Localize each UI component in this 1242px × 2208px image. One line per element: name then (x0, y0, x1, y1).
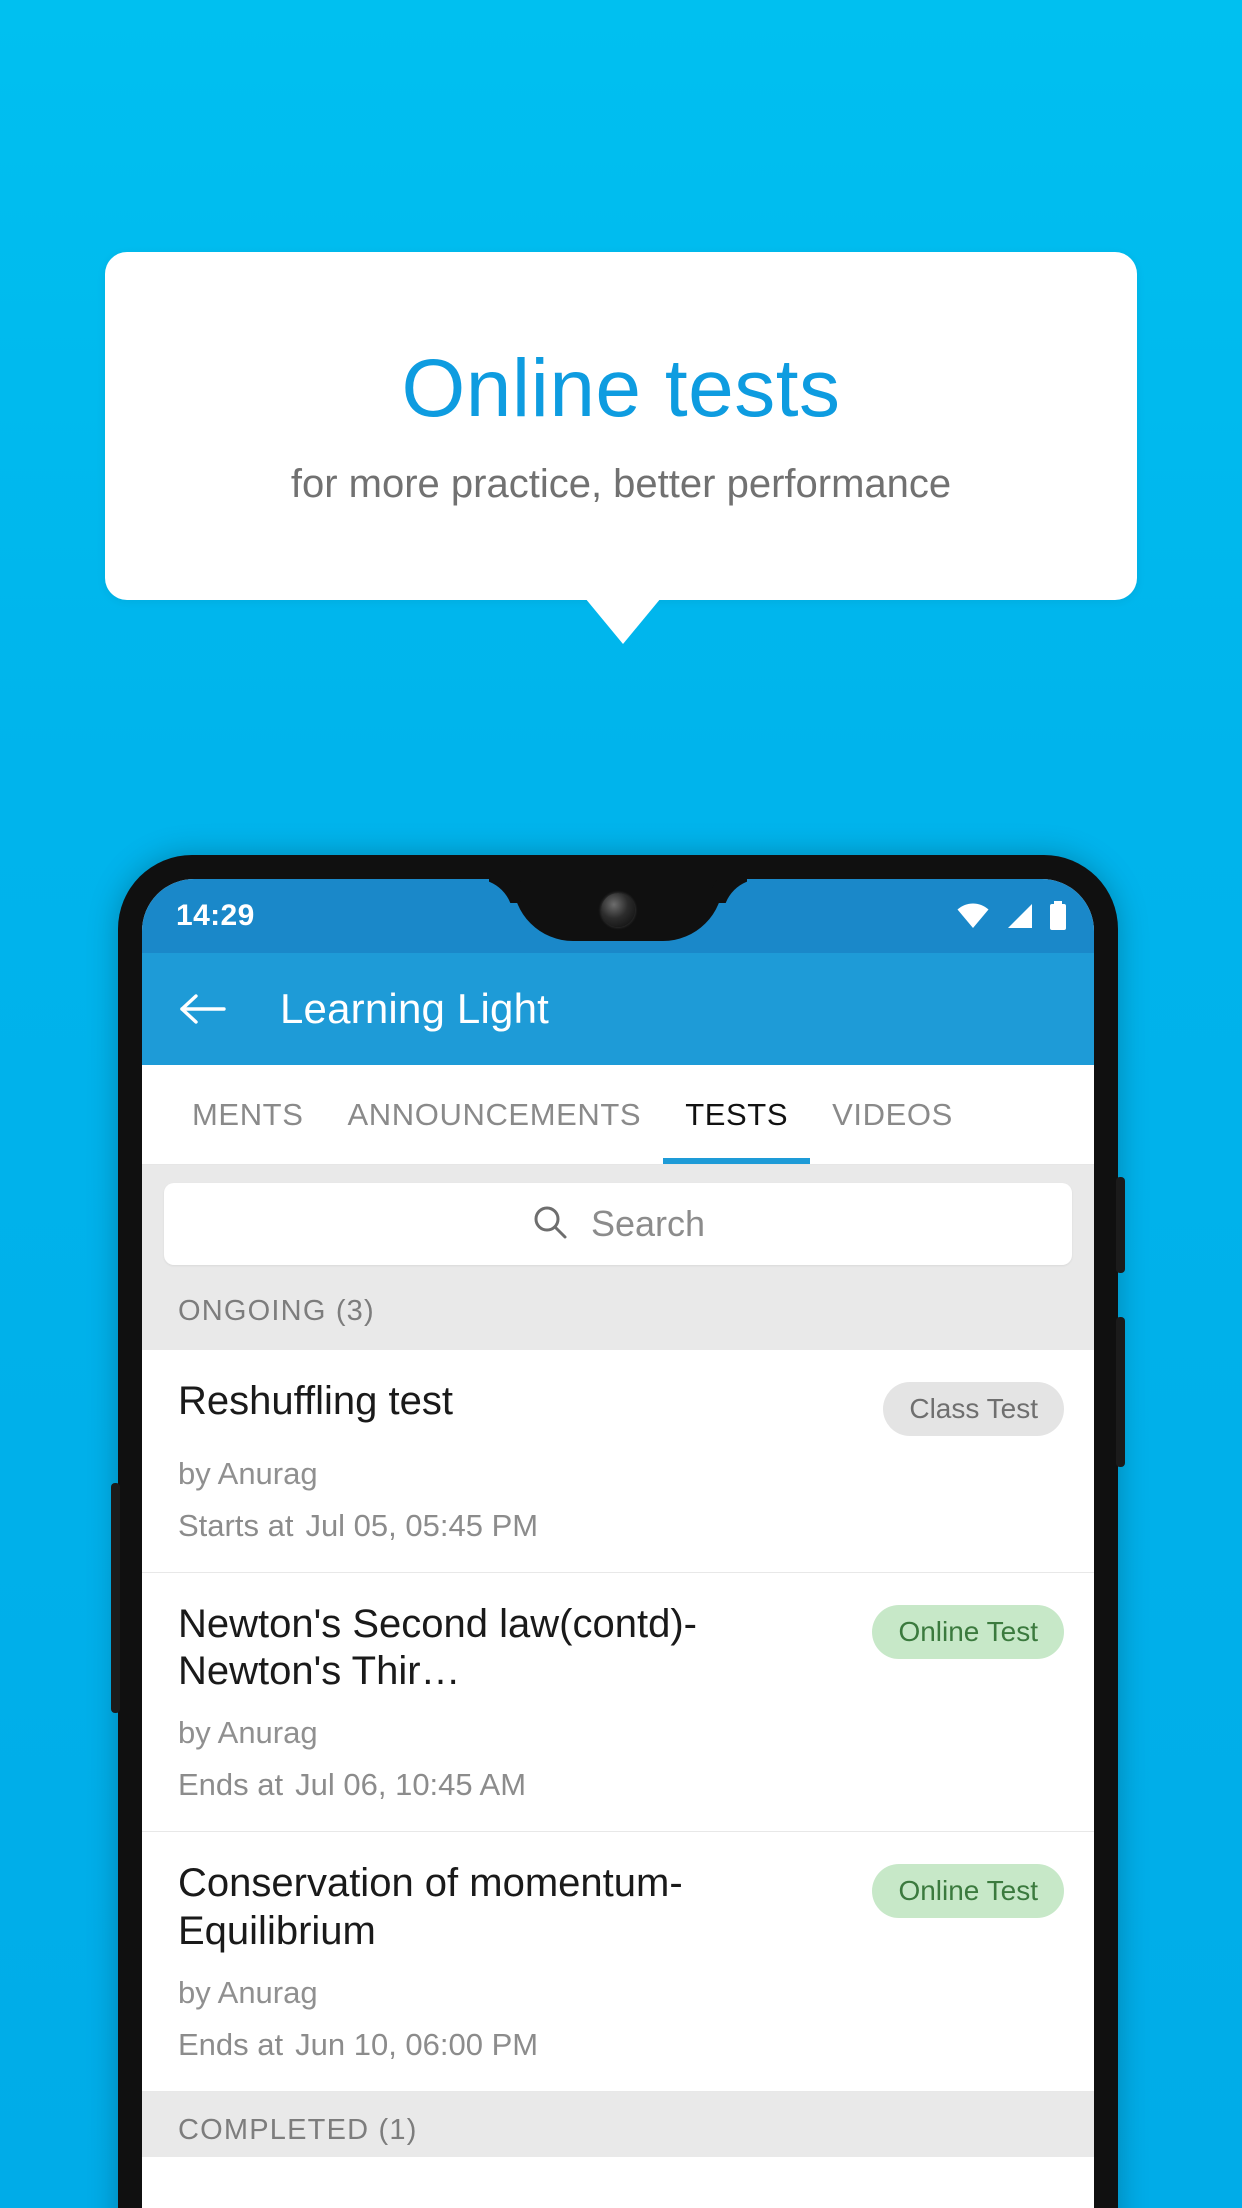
test-title: Newton's Second law(contd)-Newton's Thir… (178, 1602, 697, 1694)
test-time: Ends at Jun 10, 06:00 PM (178, 2027, 1064, 2063)
app-bar-title: Learning Light (280, 985, 550, 1032)
tab-videos[interactable]: VIDEOS (810, 1065, 975, 1164)
test-list-item[interactable]: Newton's Second law(contd)-Newton's Thir… (142, 1573, 1094, 1833)
test-time-value: Jul 05, 05:45 PM (305, 1508, 539, 1543)
test-time-label: Ends at (178, 1767, 284, 1803)
back-arrow-icon[interactable] (176, 982, 230, 1036)
test-title: Reshuffling test (178, 1379, 453, 1423)
test-time-value: Jun 10, 06:00 PM (295, 2026, 539, 2062)
test-author: by Anurag (178, 1974, 318, 2010)
tab-tests[interactable]: TESTS (663, 1065, 811, 1164)
test-list-item[interactable]: Reshuffling test Class Test by Anurag St… (142, 1350, 1094, 1573)
test-time-value: Jul 06, 10:45 AM (295, 1767, 527, 1803)
signal-icon (1004, 903, 1034, 929)
phone-side-button (111, 1483, 120, 1713)
promo-bubble-tail (585, 598, 661, 644)
phone-volume-button (1116, 1317, 1125, 1467)
wifi-icon (956, 903, 990, 929)
status-bar-clock: 14:29 (176, 899, 255, 932)
tab-ments[interactable]: MENTS (170, 1065, 326, 1164)
test-time-label: Starts at (178, 1508, 294, 1543)
phone-device-frame: 14:29 Learning Light MENTS ANNOUNCEMENTS… (111, 855, 1125, 2208)
phone-screen: 14:29 Learning Light MENTS ANNOUNCEMENTS… (142, 879, 1094, 2208)
search-input[interactable]: Search (164, 1183, 1072, 1265)
test-author: by Anurag (178, 1715, 318, 1751)
promo-screenshot: Online tests for more practice, better p… (0, 0, 1242, 2208)
test-time-label: Ends at (178, 2026, 284, 2062)
test-author: by Anurag (178, 1456, 318, 1491)
tab-announcements[interactable]: ANNOUNCEMENTS (326, 1065, 664, 1164)
promo-subtitle: for more practice, better performance (290, 462, 952, 506)
app-bar: Learning Light (142, 953, 1094, 1065)
phone-power-button (1116, 1177, 1125, 1273)
status-badge: Class Test (883, 1382, 1064, 1436)
front-camera-icon (601, 893, 635, 927)
battery-icon (1048, 901, 1068, 931)
search-placeholder: Search (590, 1203, 706, 1244)
status-badge: Online Test (872, 1864, 1064, 1919)
tab-bar: MENTS ANNOUNCEMENTS TESTS VIDEOS (142, 1065, 1094, 1165)
promo-title: Online tests (401, 343, 841, 434)
promo-card: Online tests for more practice, better p… (105, 252, 1137, 600)
status-bar: 14:29 (142, 879, 1094, 953)
status-badge: Online Test (872, 1605, 1064, 1659)
test-time: Ends at Jul 06, 10:45 AM (178, 1767, 1064, 1803)
search-container: Search (142, 1165, 1094, 1285)
test-list-item[interactable]: Conservation of momentum-Equilibrium Onl… (142, 1832, 1094, 2092)
section-header-ongoing: ONGOING (3) (142, 1285, 1094, 1350)
test-title: Conservation of momentum-Equilibrium (178, 1861, 683, 1953)
search-icon (531, 1203, 569, 1246)
status-bar-icons (956, 901, 1068, 931)
test-time: Starts at Jul 05, 05:45 PM (178, 1508, 1064, 1544)
section-header-completed: COMPLETED (1) (142, 2091, 1094, 2157)
